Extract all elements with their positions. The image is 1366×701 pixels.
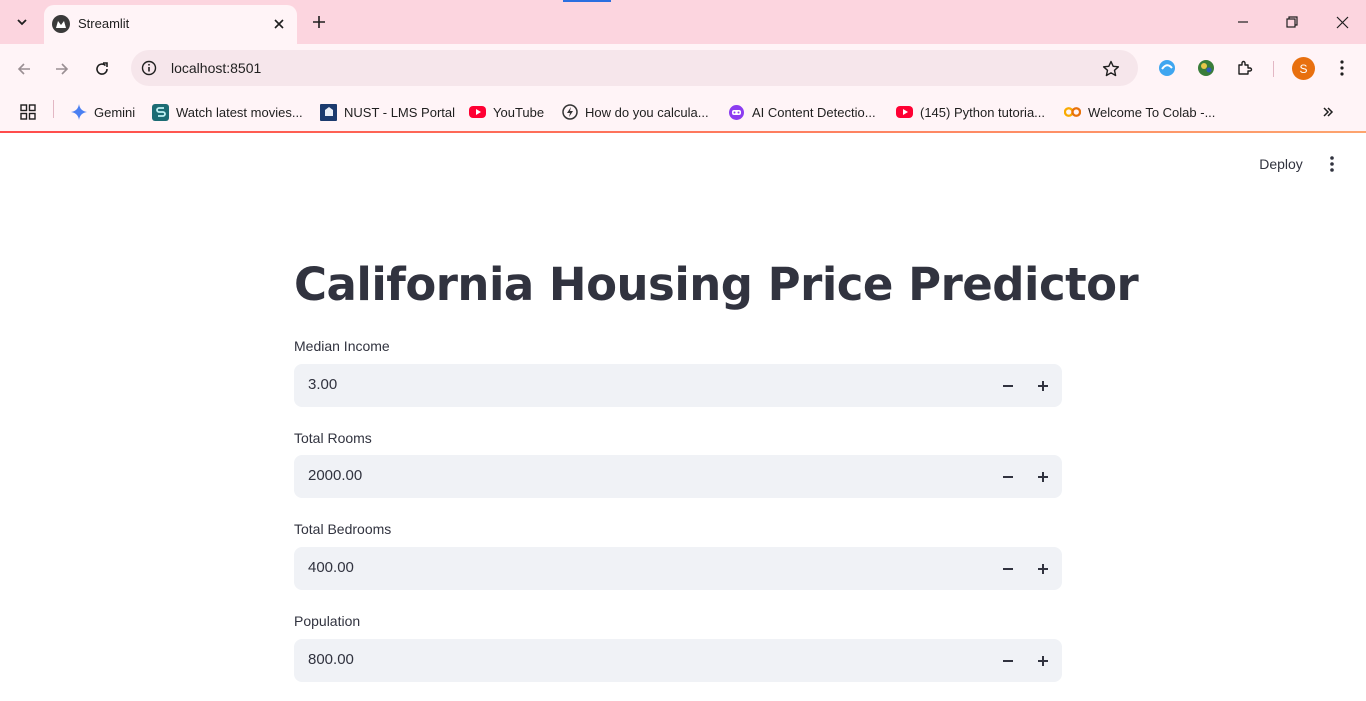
population-label: Population bbox=[294, 613, 361, 629]
main-menu-kebab-icon[interactable] bbox=[1320, 152, 1344, 176]
decrement-minus-icon[interactable] bbox=[994, 372, 1022, 400]
total-bedrooms-value[interactable]: 400.00 bbox=[308, 559, 354, 576]
browser-menu-kebab-icon[interactable] bbox=[1331, 57, 1353, 79]
reload-icon[interactable] bbox=[89, 56, 115, 82]
bookmark-youtube[interactable]: YouTube bbox=[469, 100, 544, 124]
tab-title: Streamlit bbox=[78, 16, 130, 31]
bookmark-movies[interactable]: Watch latest movies... bbox=[152, 100, 303, 124]
decrement-minus-icon[interactable] bbox=[994, 647, 1022, 675]
site-info-icon[interactable] bbox=[140, 59, 158, 77]
total-rooms-label: Total Rooms bbox=[294, 430, 372, 446]
bookmarks-divider bbox=[53, 100, 54, 118]
toolbar-separator bbox=[1273, 61, 1274, 77]
median-income-value[interactable]: 3.00 bbox=[308, 376, 337, 393]
youtube-icon bbox=[469, 106, 486, 118]
ai-detector-icon bbox=[728, 104, 745, 121]
colab-icon bbox=[1064, 104, 1081, 121]
tab-strip: Streamlit bbox=[0, 0, 1366, 44]
increment-plus-icon[interactable] bbox=[1029, 463, 1057, 491]
apps-grid-icon[interactable] bbox=[17, 101, 39, 123]
increment-plus-icon[interactable] bbox=[1029, 647, 1057, 675]
streamlit-favicon-icon bbox=[52, 15, 70, 33]
population-input[interactable]: 800.00 bbox=[294, 639, 1062, 682]
forward-arrow-icon[interactable] bbox=[49, 56, 75, 82]
url-text: localhost:8501 bbox=[171, 60, 262, 76]
browser-tab[interactable]: Streamlit bbox=[44, 5, 297, 44]
close-window-icon[interactable] bbox=[1327, 7, 1357, 37]
deploy-button[interactable]: Deploy bbox=[1249, 151, 1313, 177]
median-income-input[interactable]: 3.00 bbox=[294, 364, 1062, 407]
extension-blue-icon[interactable] bbox=[1156, 57, 1178, 79]
nust-icon bbox=[320, 103, 337, 121]
new-tab-plus-icon[interactable] bbox=[307, 10, 331, 34]
total-bedrooms-label: Total Bedrooms bbox=[294, 521, 392, 537]
bookmark-label: AI Content Detectio... bbox=[752, 104, 876, 120]
browser-toolbar: localhost:8501 S bbox=[0, 44, 1366, 94]
profile-avatar[interactable]: S bbox=[1292, 57, 1315, 80]
back-arrow-icon[interactable] bbox=[11, 56, 37, 82]
address-bar[interactable]: localhost:8501 bbox=[131, 50, 1138, 86]
bookmark-label: How do you calcula... bbox=[585, 104, 709, 120]
tab-accent-bar bbox=[563, 0, 611, 2]
increment-plus-icon[interactable] bbox=[1029, 555, 1057, 583]
median-income-label: Median Income bbox=[294, 338, 390, 354]
bookmark-ai-content-detection[interactable]: AI Content Detectio... bbox=[728, 100, 876, 124]
streamlit-decoration-bar bbox=[0, 131, 1366, 133]
bookmark-label: Watch latest movies... bbox=[176, 104, 303, 120]
perplexity-icon bbox=[561, 104, 578, 121]
gemini-icon bbox=[70, 104, 87, 121]
page-title: California Housing Price Predictor bbox=[294, 258, 1139, 311]
youtube-icon bbox=[896, 106, 913, 118]
bookmark-label: NUST - LMS Portal bbox=[344, 104, 456, 120]
decrement-minus-icon[interactable] bbox=[994, 463, 1022, 491]
more-bookmarks-chevron-icon[interactable] bbox=[1317, 101, 1339, 123]
bookmark-label: YouTube bbox=[493, 104, 545, 120]
total-rooms-input[interactable]: 2000.00 bbox=[294, 455, 1062, 498]
bookmark-gemini[interactable]: Gemini bbox=[70, 100, 135, 124]
tab-close-icon[interactable] bbox=[269, 14, 289, 34]
increment-plus-icon[interactable] bbox=[1029, 372, 1057, 400]
bookmark-python-tutorial[interactable]: (145) Python tutoria... bbox=[896, 100, 1045, 124]
bookmark-label: Gemini bbox=[94, 104, 136, 120]
bookmark-colab[interactable]: Welcome To Colab -... bbox=[1064, 100, 1215, 124]
bookmark-label: Welcome To Colab -... bbox=[1088, 104, 1216, 120]
minimize-icon[interactable] bbox=[1228, 7, 1258, 37]
total-bedrooms-input[interactable]: 400.00 bbox=[294, 547, 1062, 590]
total-rooms-value[interactable]: 2000.00 bbox=[308, 467, 362, 484]
bookmark-how-do-you-calculate[interactable]: How do you calcula... bbox=[561, 100, 709, 124]
bookmark-nust-lms[interactable]: NUST - LMS Portal bbox=[320, 100, 455, 124]
decrement-minus-icon[interactable] bbox=[994, 555, 1022, 583]
restore-icon[interactable] bbox=[1277, 7, 1307, 37]
bookmark-label: (145) Python tutoria... bbox=[920, 104, 1046, 120]
bookmark-star-icon[interactable] bbox=[1101, 59, 1121, 79]
movies-icon bbox=[152, 103, 169, 121]
tab-search-chevron-icon[interactable] bbox=[7, 7, 37, 37]
extension-globe-icon[interactable] bbox=[1195, 57, 1217, 79]
bookmarks-bar: Gemini Watch latest movies... NUST - LMS… bbox=[0, 94, 1366, 131]
population-value[interactable]: 800.00 bbox=[308, 651, 354, 668]
extensions-puzzle-icon[interactable] bbox=[1234, 57, 1256, 79]
